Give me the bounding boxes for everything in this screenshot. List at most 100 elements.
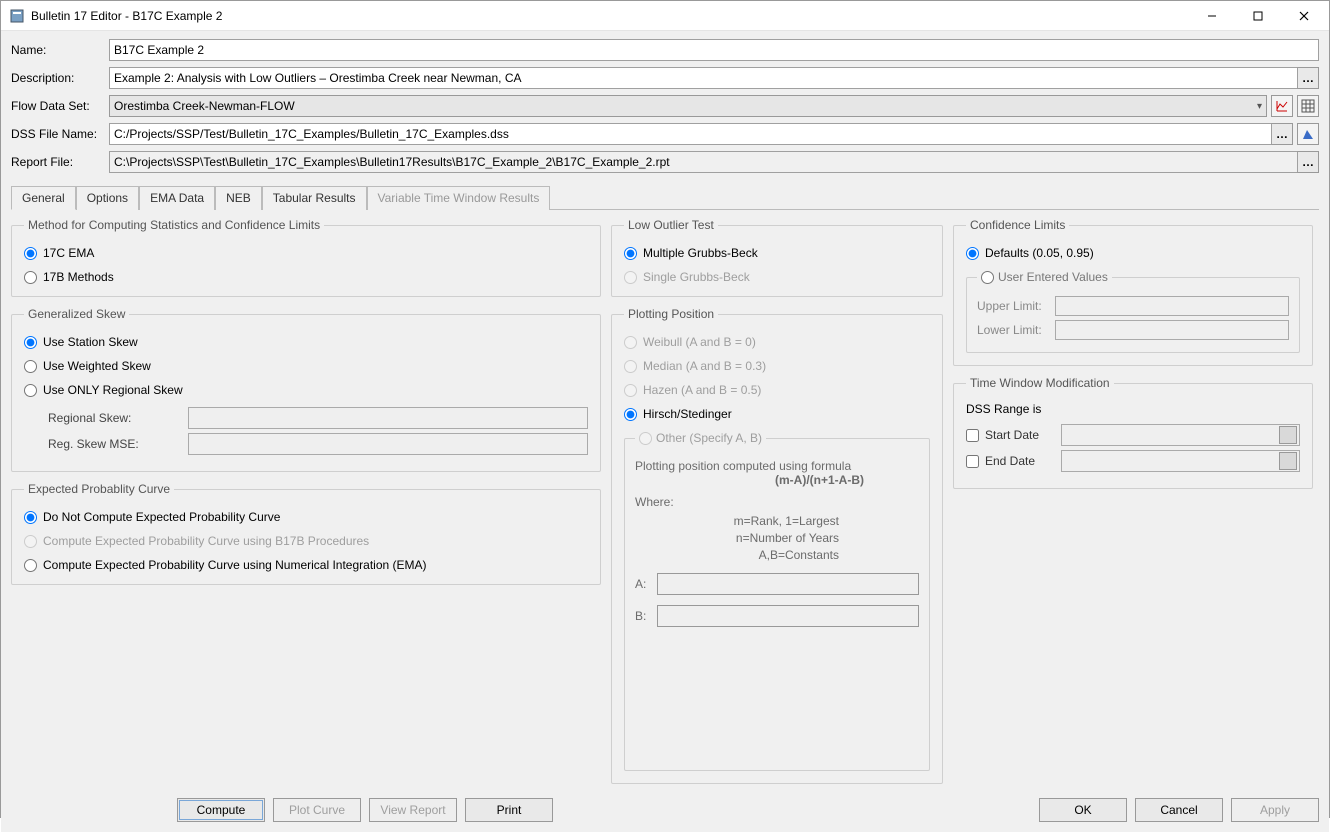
ok-button[interactable]: OK bbox=[1039, 798, 1127, 822]
where-label: Where: bbox=[635, 495, 919, 509]
table-icon-button[interactable] bbox=[1297, 95, 1319, 117]
report-file-input[interactable] bbox=[109, 151, 1297, 173]
radio-hirsch-stedinger[interactable]: Hirsch/Stedinger bbox=[624, 407, 930, 421]
radio-regional-skew-input[interactable] bbox=[24, 384, 37, 397]
distribution-icon-button[interactable] bbox=[1297, 123, 1319, 145]
group-method: Method for Computing Statistics and Conf… bbox=[11, 218, 601, 297]
close-button[interactable] bbox=[1281, 1, 1327, 31]
apply-button: Apply bbox=[1231, 798, 1319, 822]
row-description: Description: … bbox=[11, 67, 1319, 89]
radio-17b-methods[interactable]: 17B Methods bbox=[24, 270, 588, 284]
upper-limit-input bbox=[1055, 296, 1289, 316]
app-icon bbox=[9, 8, 25, 24]
radio-17b-methods-input[interactable] bbox=[24, 271, 37, 284]
tab-ema-data[interactable]: EMA Data bbox=[139, 186, 215, 210]
tab-options[interactable]: Options bbox=[76, 186, 139, 210]
tab-neb[interactable]: NEB bbox=[215, 186, 262, 210]
row-lower-limit: Lower Limit: bbox=[977, 320, 1289, 340]
name-input[interactable] bbox=[109, 39, 1319, 61]
description-wrap: … bbox=[109, 67, 1319, 89]
radio-single-grubbs-beck: Single Grubbs-Beck bbox=[624, 270, 930, 284]
radio-weighted-skew-input[interactable] bbox=[24, 360, 37, 373]
label-description: Description: bbox=[11, 71, 109, 85]
column-2: Low Outlier Test Multiple Grubbs-Beck Si… bbox=[611, 218, 943, 784]
dss-file-browse-button[interactable]: … bbox=[1271, 123, 1293, 145]
row-b: B: bbox=[635, 605, 919, 627]
radio-weibull: Weibull (A and B = 0) bbox=[624, 335, 930, 349]
radio-multiple-grubbs-beck[interactable]: Multiple Grubbs-Beck bbox=[624, 246, 930, 260]
radio-defaults[interactable]: Defaults (0.05, 0.95) bbox=[966, 246, 1300, 260]
radio-epc-numerical-label: Compute Expected Probability Curve using… bbox=[43, 558, 427, 572]
row-name: Name: bbox=[11, 39, 1319, 61]
radio-regional-skew[interactable]: Use ONLY Regional Skew bbox=[24, 383, 588, 397]
report-file-browse-button[interactable]: … bbox=[1297, 151, 1319, 173]
checkbox-end-date[interactable] bbox=[966, 455, 979, 468]
label-a: A: bbox=[635, 577, 651, 591]
radio-single-grubbs-beck-label: Single Grubbs-Beck bbox=[643, 270, 750, 284]
flow-data-set-select[interactable]: Orestimba Creek-Newman-FLOW ▾ bbox=[109, 95, 1267, 117]
button-bar-right: OK Cancel Apply bbox=[1039, 798, 1319, 822]
radio-17c-ema-label: 17C EMA bbox=[43, 246, 94, 260]
radio-17b-methods-label: 17B Methods bbox=[43, 270, 114, 284]
group-time-window-modification: Time Window Modification DSS Range is St… bbox=[953, 376, 1313, 489]
radio-epc-numerical[interactable]: Compute Expected Probability Curve using… bbox=[24, 558, 588, 572]
window-root: Bulletin 17 Editor - B17C Example 2 Name… bbox=[0, 0, 1330, 818]
radio-hirsch-stedinger-input[interactable] bbox=[624, 408, 637, 421]
radio-17c-ema-input[interactable] bbox=[24, 247, 37, 260]
maximize-button[interactable] bbox=[1235, 1, 1281, 31]
legend-epc: Expected Probablity Curve bbox=[24, 482, 174, 496]
titlebar: Bulletin 17 Editor - B17C Example 2 bbox=[1, 1, 1329, 31]
start-date-picker-button[interactable] bbox=[1279, 426, 1297, 444]
row-upper-limit: Upper Limit: bbox=[977, 296, 1289, 316]
label-regional-mse: Reg. Skew MSE: bbox=[48, 437, 188, 451]
end-date-picker-button[interactable] bbox=[1279, 452, 1297, 470]
radio-weibull-input bbox=[624, 336, 637, 349]
label-upper-limit: Upper Limit: bbox=[977, 299, 1049, 313]
plot-icon-button[interactable] bbox=[1271, 95, 1293, 117]
description-input[interactable] bbox=[109, 67, 1297, 89]
radio-station-skew[interactable]: Use Station Skew bbox=[24, 335, 588, 349]
formula-description: Plotting position computed using formula… bbox=[635, 459, 919, 487]
dss-file-input[interactable] bbox=[109, 123, 1271, 145]
radio-defaults-input[interactable] bbox=[966, 247, 979, 260]
radio-user-values-label: User Entered Values bbox=[998, 270, 1108, 284]
where-line-3: A,B=Constants bbox=[635, 547, 839, 564]
cancel-button[interactable]: Cancel bbox=[1135, 798, 1223, 822]
radio-epc-none-input[interactable] bbox=[24, 511, 37, 524]
legend-confidence-limits: Confidence Limits bbox=[966, 218, 1069, 232]
button-bar: Compute Plot Curve View Report Print OK … bbox=[1, 792, 1329, 832]
radio-weighted-skew-label: Use Weighted Skew bbox=[43, 359, 151, 373]
label-lower-limit: Lower Limit: bbox=[977, 323, 1049, 337]
radio-hirsch-stedinger-label: Hirsch/Stedinger bbox=[643, 407, 732, 421]
radio-weighted-skew[interactable]: Use Weighted Skew bbox=[24, 359, 588, 373]
tabs: General Options EMA Data NEB Tabular Res… bbox=[11, 185, 1319, 210]
row-regional-skew-value: Regional Skew: bbox=[48, 407, 588, 429]
group-generalized-skew: Generalized Skew Use Station Skew Use We… bbox=[11, 307, 601, 472]
compute-button[interactable]: Compute bbox=[177, 798, 265, 822]
column-1: Method for Computing Statistics and Conf… bbox=[11, 218, 601, 784]
radio-17c-ema[interactable]: 17C EMA bbox=[24, 246, 588, 260]
radio-epc-none[interactable]: Do Not Compute Expected Probability Curv… bbox=[24, 510, 588, 524]
row-a: A: bbox=[635, 573, 919, 595]
radio-hazen: Hazen (A and B = 0.5) bbox=[624, 383, 930, 397]
radio-epc-b17b: Compute Expected Probability Curve using… bbox=[24, 534, 588, 548]
tab-general[interactable]: General bbox=[11, 186, 76, 210]
row-flow-data-set: Flow Data Set: Orestimba Creek-Newman-FL… bbox=[11, 95, 1319, 117]
radio-multiple-grubbs-beck-input[interactable] bbox=[624, 247, 637, 260]
checkbox-start-date[interactable] bbox=[966, 429, 979, 442]
description-expand-button[interactable]: … bbox=[1297, 67, 1319, 89]
end-date-input bbox=[1061, 450, 1300, 472]
tab-tabular-results[interactable]: Tabular Results bbox=[262, 186, 367, 210]
button-bar-left: Compute Plot Curve View Report Print bbox=[177, 798, 553, 822]
minimize-button[interactable] bbox=[1189, 1, 1235, 31]
legend-plotting-position: Plotting Position bbox=[624, 307, 718, 321]
legend-method: Method for Computing Statistics and Conf… bbox=[24, 218, 324, 232]
label-flow-data-set: Flow Data Set: bbox=[11, 99, 109, 113]
label-report-file: Report File: bbox=[11, 155, 109, 169]
label-start-date: Start Date bbox=[985, 428, 1055, 442]
radio-station-skew-input[interactable] bbox=[24, 336, 37, 349]
print-button[interactable]: Print bbox=[465, 798, 553, 822]
radio-user-values-input[interactable] bbox=[981, 271, 994, 284]
row-regional-mse-value: Reg. Skew MSE: bbox=[48, 433, 588, 455]
radio-epc-numerical-input[interactable] bbox=[24, 559, 37, 572]
